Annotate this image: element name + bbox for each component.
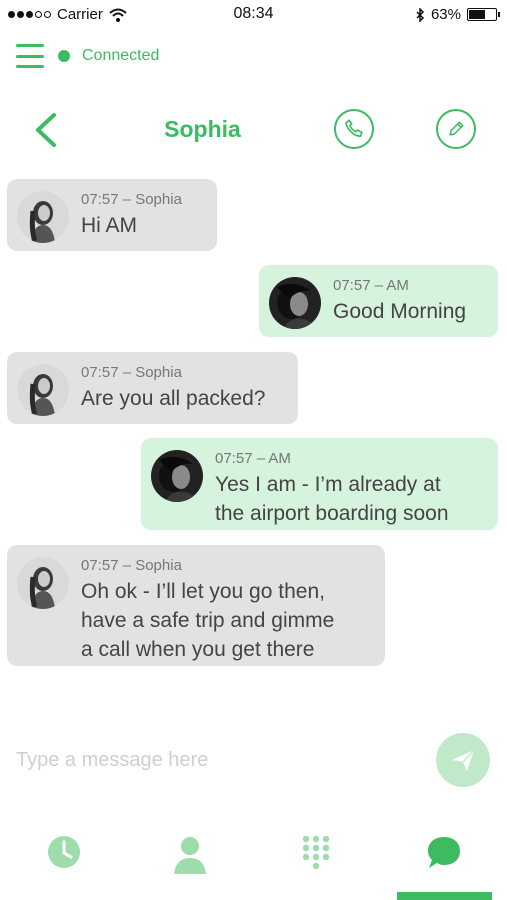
- message-text: Hi AM: [81, 214, 138, 237]
- status-bar: Carrier 08:34 63%: [0, 0, 507, 30]
- send-button[interactable]: [436, 733, 490, 787]
- avatar-am: [151, 450, 203, 502]
- top-bar: Connected: [16, 40, 159, 72]
- edit-button[interactable]: [436, 109, 476, 149]
- message-meta: 07:57 – Sophia: [81, 557, 182, 574]
- nav-recent[interactable]: [14, 826, 114, 900]
- message-bubble[interactable]: 07:57 – AM Good Morning: [259, 265, 498, 337]
- message-bubble[interactable]: 07:57 – Sophia Are you all packed?: [7, 352, 298, 424]
- message-text: Are you all packed?: [81, 387, 266, 410]
- phone-icon: [345, 119, 363, 137]
- bluetooth-icon: [416, 7, 425, 22]
- contact-icon: [174, 837, 206, 874]
- battery-percent: 63%: [430, 6, 461, 23]
- battery-icon: [467, 8, 500, 21]
- call-button[interactable]: [334, 109, 374, 149]
- message-text: Good Morning: [333, 300, 467, 323]
- message-meta: 07:57 – Sophia: [81, 364, 182, 381]
- menu-icon[interactable]: [16, 44, 44, 68]
- avatar-sophia: [17, 557, 69, 609]
- send-icon: [452, 749, 475, 771]
- active-tab-indicator: [397, 892, 492, 900]
- message-text: Yes I am - I’m already at the airport bo…: [215, 473, 449, 525]
- message-input[interactable]: [16, 740, 416, 780]
- connection-status-dot: [58, 50, 70, 62]
- status-right: 63%: [416, 6, 500, 23]
- battery-fill: [469, 10, 486, 19]
- nav-chat[interactable]: [394, 826, 494, 900]
- dialpad-icon: [302, 835, 330, 870]
- avatar-am: [269, 277, 321, 329]
- pencil-icon: [449, 121, 464, 136]
- nav-dialpad[interactable]: [266, 826, 366, 900]
- message-meta: 07:57 – AM: [333, 277, 409, 294]
- avatar-sophia: [17, 364, 69, 416]
- message-bubble[interactable]: 07:57 – Sophia Oh ok - I’ll let you go t…: [7, 545, 385, 666]
- message-text: Oh ok - I’ll let you go then, have a saf…: [81, 580, 335, 661]
- clock-icon: [48, 836, 80, 868]
- message-meta: 07:57 – Sophia: [81, 191, 182, 208]
- connection-status-label: Connected: [82, 47, 160, 64]
- nav-contacts[interactable]: [140, 826, 240, 900]
- message-meta: 07:57 – AM: [215, 450, 291, 467]
- chat-header: Sophia: [0, 104, 507, 154]
- message-bubble[interactable]: 07:57 – Sophia Hi AM: [7, 179, 217, 251]
- avatar-sophia: [17, 191, 69, 243]
- message-bubble[interactable]: 07:57 – AM Yes I am - I’m already at the…: [141, 438, 498, 530]
- chat-icon: [428, 837, 460, 868]
